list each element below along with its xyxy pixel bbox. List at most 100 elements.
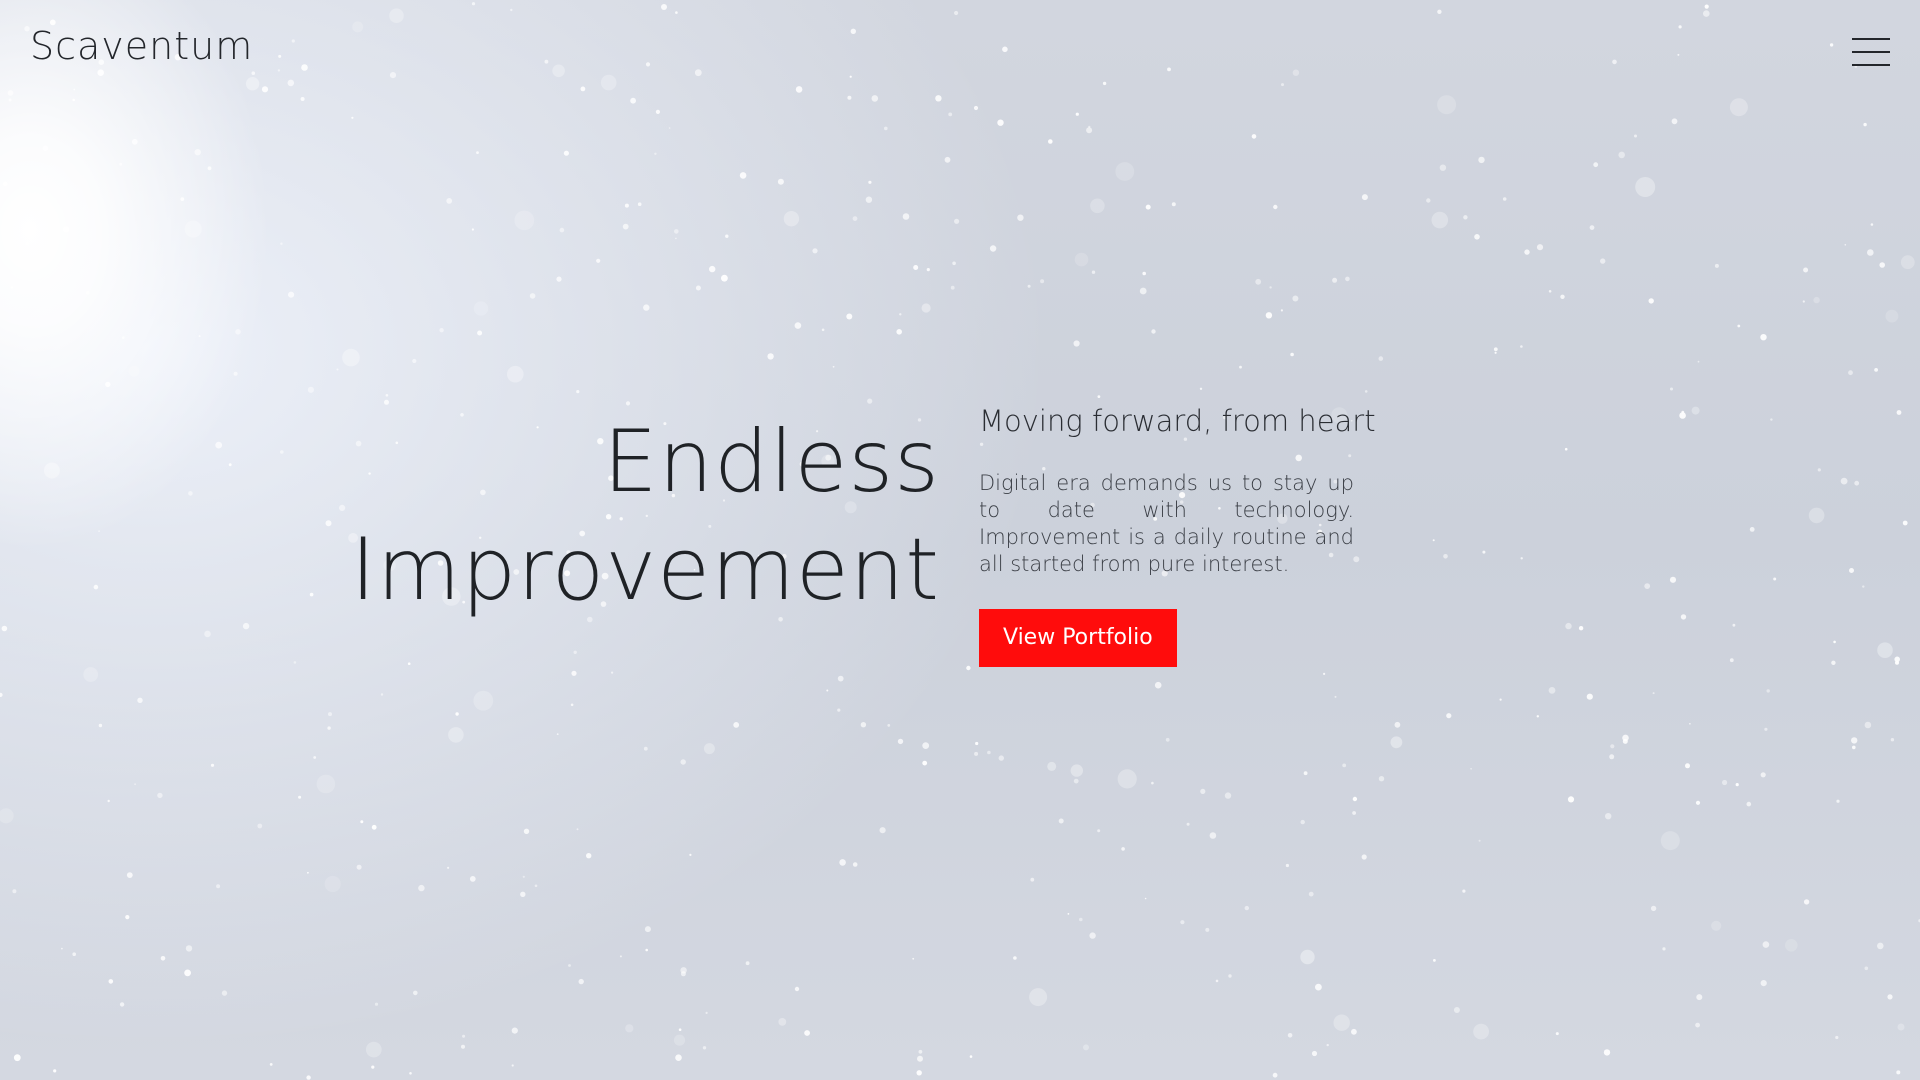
snow-particle xyxy=(1333,1014,1350,1031)
snow-particle xyxy=(1224,792,1232,799)
hero-description: Digital era demands us to stay up to dat… xyxy=(979,471,1354,576)
snow-particle xyxy=(1027,284,1031,288)
snow-particle xyxy=(912,957,915,960)
snow-particle xyxy=(365,1041,382,1058)
snow-particle xyxy=(385,394,389,397)
snow-particle xyxy=(1749,527,1755,532)
snow-particle xyxy=(1849,568,1854,573)
snow-particle xyxy=(529,293,536,299)
snow-particle xyxy=(1760,772,1766,778)
snow-particle xyxy=(922,760,928,766)
snow-particle xyxy=(1660,831,1680,851)
snow-particle xyxy=(1073,340,1080,347)
snow-particle xyxy=(1833,640,1836,644)
snow-particle xyxy=(897,738,904,745)
snow-particle xyxy=(448,727,464,743)
snow-particle xyxy=(600,74,617,91)
view-portfolio-button[interactable]: View Portfolio xyxy=(979,609,1177,667)
snow-particle xyxy=(837,708,841,712)
snow-particle xyxy=(1067,913,1070,915)
snow-particle xyxy=(832,365,835,368)
snow-particle xyxy=(1634,134,1637,138)
snow-particle xyxy=(1074,252,1089,267)
snow-particle xyxy=(675,11,678,14)
snow-particle xyxy=(184,220,202,238)
snow-particle xyxy=(987,750,991,755)
snow-particle xyxy=(207,166,212,171)
snow-particle xyxy=(1308,891,1314,897)
snow-particle xyxy=(194,149,201,156)
snow-particle xyxy=(1437,9,1442,14)
snow-particle xyxy=(954,218,960,224)
snow-particle xyxy=(899,313,902,316)
snow-particle xyxy=(705,1011,708,1015)
snow-particle xyxy=(1030,877,1035,882)
snow-particle xyxy=(1251,134,1257,139)
snow-particle xyxy=(185,945,193,952)
snow-particle xyxy=(1565,622,1572,630)
snow-particle xyxy=(1280,309,1283,312)
snow-particle xyxy=(637,202,642,206)
hero-side-panel: Moving forward, from heart Digital era d… xyxy=(979,404,1376,667)
snow-particle xyxy=(1662,947,1666,951)
hamburger-menu-icon[interactable] xyxy=(1852,38,1890,68)
snow-particle xyxy=(473,690,494,711)
snow-particle xyxy=(1863,122,1867,127)
snow-particle xyxy=(1635,177,1656,197)
snow-particle xyxy=(1618,151,1625,159)
snow-particle xyxy=(1075,112,1079,116)
snow-particle xyxy=(1670,387,1673,391)
snow-particle xyxy=(576,390,580,394)
snow-particle xyxy=(298,795,302,799)
snow-particle xyxy=(1586,693,1593,700)
snow-particle xyxy=(520,891,526,897)
snow-particle xyxy=(1083,1044,1089,1051)
snow-particle xyxy=(821,328,825,332)
snow-particle xyxy=(1474,234,1480,240)
snow-particle xyxy=(645,948,648,952)
snow-particle xyxy=(407,662,411,665)
snow-particle xyxy=(1239,365,1242,369)
snow-particle xyxy=(1704,4,1709,9)
snow-particle xyxy=(1851,737,1858,744)
snow-particle xyxy=(134,783,137,786)
snow-particle xyxy=(1578,626,1584,631)
snow-particle xyxy=(374,1002,379,1006)
snow-particle xyxy=(1548,290,1552,293)
snow-particle xyxy=(1593,162,1599,168)
snow-particle xyxy=(1351,1028,1357,1035)
snow-particle xyxy=(1199,387,1203,390)
snow-particle xyxy=(278,54,282,58)
snow-particle xyxy=(119,162,123,166)
snow-particle xyxy=(1272,1072,1278,1078)
snow-particle xyxy=(25,242,29,246)
snow-particle xyxy=(1644,583,1651,589)
snow-particle xyxy=(328,712,332,717)
snow-particle xyxy=(1737,324,1741,328)
snow-particle xyxy=(1171,202,1176,207)
brand-logo[interactable]: Scaventum xyxy=(30,24,253,68)
snow-particle xyxy=(1764,727,1768,731)
snow-particle xyxy=(1089,932,1096,939)
snow-particle xyxy=(1677,53,1680,56)
snow-particle xyxy=(847,95,852,100)
snow-particle xyxy=(1058,818,1064,824)
snow-particle xyxy=(777,178,784,185)
snow-particle xyxy=(556,276,562,282)
snow-particle xyxy=(1154,681,1162,689)
snow-particle xyxy=(1867,249,1874,256)
snow-particle xyxy=(1874,368,1878,372)
snow-particle xyxy=(1650,905,1657,912)
snow-particle xyxy=(1482,550,1486,554)
snow-particle xyxy=(523,828,530,834)
snow-particle xyxy=(694,69,702,77)
snow-particle xyxy=(1352,796,1358,802)
snow-particle xyxy=(1215,979,1219,983)
snow-particle xyxy=(1311,1050,1318,1057)
snow-particle xyxy=(778,1018,787,1026)
snow-particle xyxy=(1048,139,1053,144)
snow-particle xyxy=(1735,783,1739,787)
snow-particle xyxy=(767,353,774,360)
snow-particle xyxy=(7,90,14,96)
snow-particle xyxy=(1361,194,1368,201)
